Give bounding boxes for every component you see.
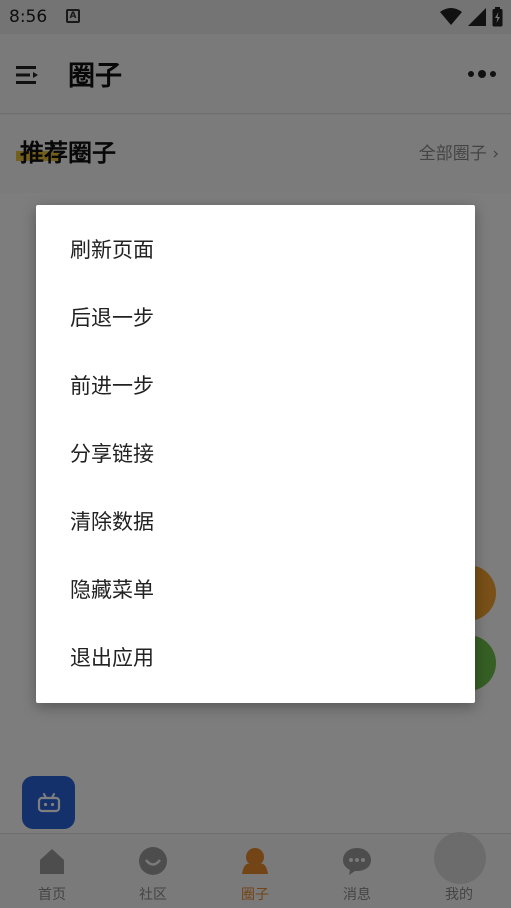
menu-item-forward[interactable]: 前进一步 [36,351,475,419]
menu-item-hide-menu[interactable]: 隐藏菜单 [36,555,475,623]
menu-item-exit[interactable]: 退出应用 [36,623,475,691]
menu-item-clear-data[interactable]: 清除数据 [36,487,475,555]
menu-item-share[interactable]: 分享链接 [36,419,475,487]
menu-item-back[interactable]: 后退一步 [36,283,475,351]
popup-menu: 刷新页面 后退一步 前进一步 分享链接 清除数据 隐藏菜单 退出应用 [36,205,475,703]
menu-item-refresh[interactable]: 刷新页面 [36,215,475,283]
